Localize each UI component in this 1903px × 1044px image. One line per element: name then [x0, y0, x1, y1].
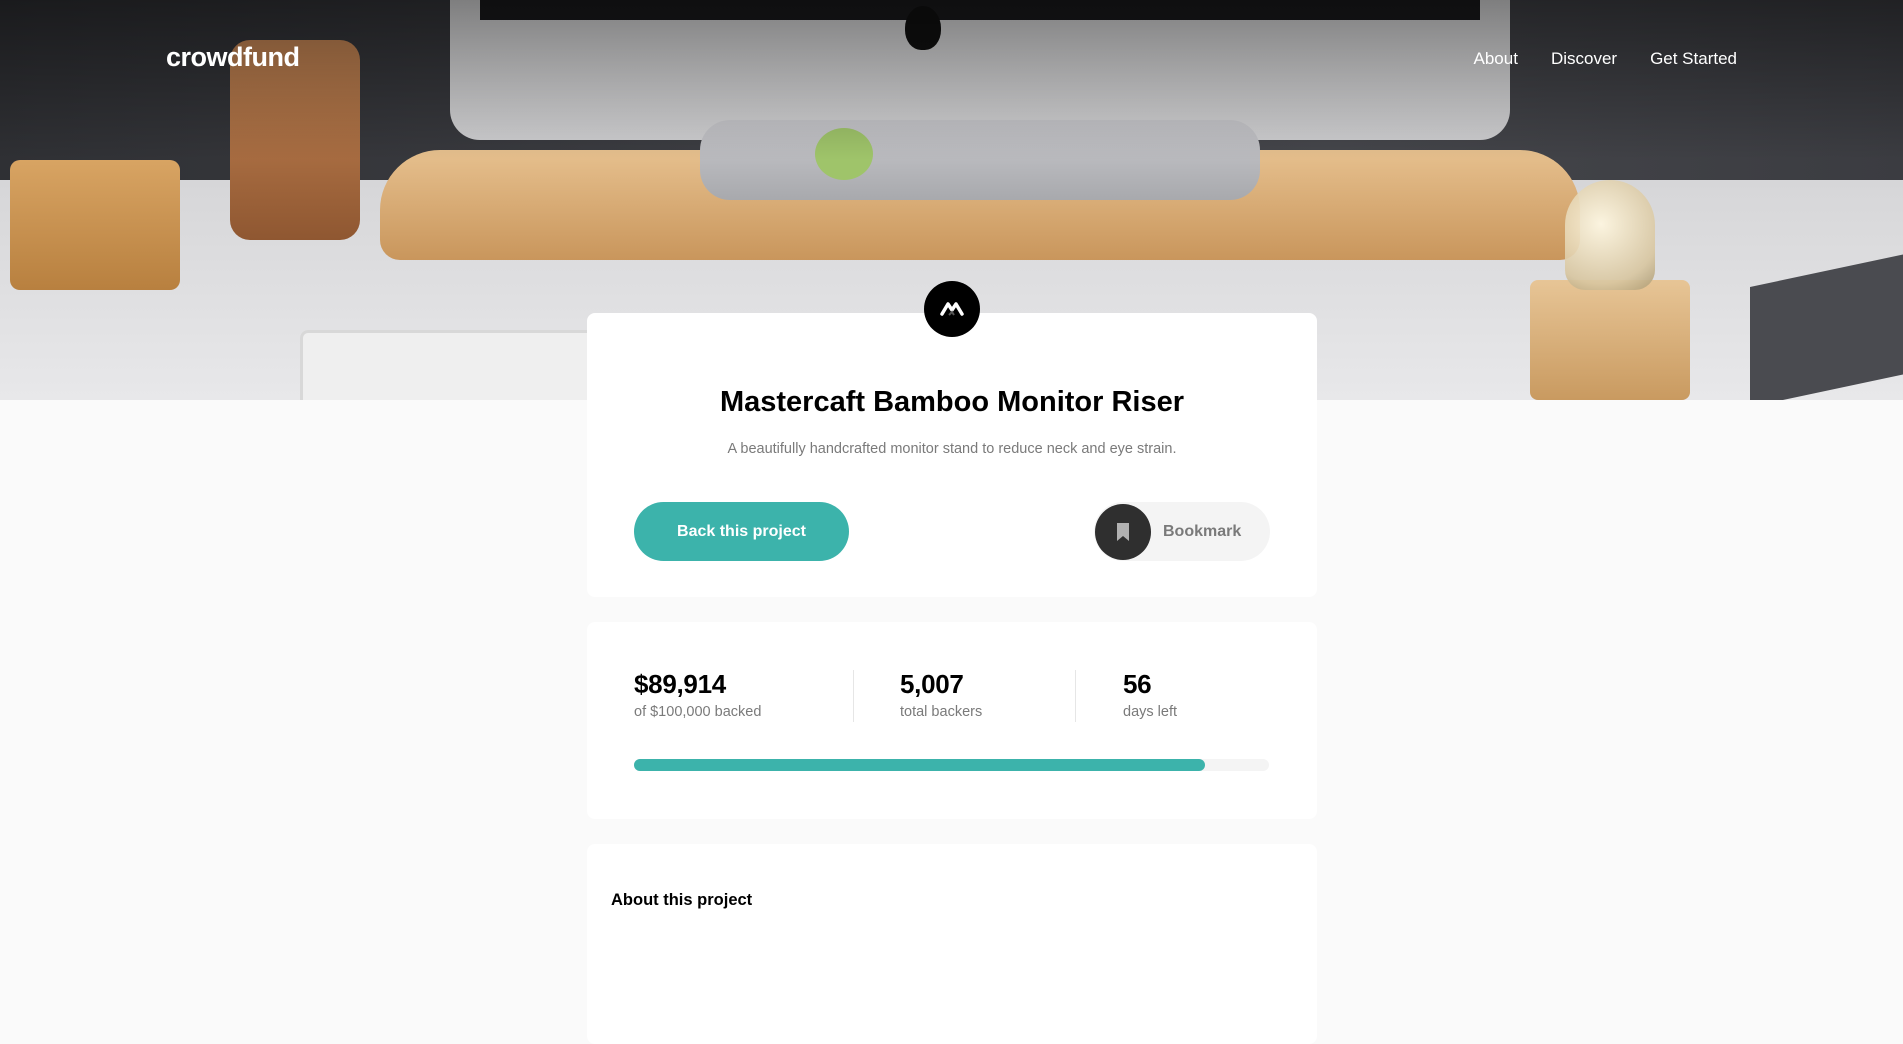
stat-raised-label: of $100,000 backed	[634, 704, 762, 720]
top-nav: crowdfund About Discover Get Started	[0, 0, 1903, 120]
hero-pencil-cup	[10, 160, 180, 290]
stat-backers: 5,007 total backers	[900, 669, 982, 720]
funding-progress-fill	[634, 759, 1205, 771]
stat-raised: $89,914 of $100,000 backed	[634, 669, 761, 720]
stat-backers-label: total backers	[900, 704, 983, 720]
hero-bulb	[1565, 180, 1655, 290]
about-title: About this project	[611, 891, 753, 909]
bookmark-button[interactable]: Bookmark	[1094, 502, 1270, 561]
nav-links: About Discover Get Started	[1474, 49, 1738, 69]
nav-link-get-started[interactable]: Get Started	[1650, 49, 1737, 69]
mastercraft-logo-icon	[924, 281, 980, 337]
stat-days-label: days left	[1123, 704, 1177, 720]
project-title: Mastercaft Bamboo Monitor Riser	[719, 386, 1185, 418]
nav-link-discover[interactable]: Discover	[1551, 49, 1617, 69]
project-description: A beautifully handcrafted monitor stand …	[727, 441, 1177, 457]
brand-logo[interactable]: crowdfund	[166, 42, 300, 73]
stat-days: 56 days left	[1123, 669, 1177, 720]
bookmark-icon	[1095, 503, 1151, 560]
stats-card: $89,914 of $100,000 backed 5,007 total b…	[587, 622, 1317, 819]
stat-days-value: 56	[1123, 669, 1152, 699]
funding-progress-bar	[634, 759, 1269, 771]
about-card: About this project	[587, 844, 1317, 1044]
back-project-button[interactable]: Back this project	[634, 502, 849, 561]
stat-divider	[853, 670, 854, 722]
bookmark-label: Bookmark	[1163, 522, 1242, 540]
nav-link-about[interactable]: About	[1474, 49, 1518, 69]
stat-backers-value: 5,007	[900, 669, 964, 699]
stat-raised-value: $89,914	[634, 669, 726, 699]
mastercraft-logo-glyph	[940, 302, 964, 316]
bookmark-glyph	[1117, 522, 1129, 541]
stat-divider	[1075, 670, 1076, 722]
hero-lamp-base	[1530, 280, 1690, 400]
project-header-card: Mastercaft Bamboo Monitor Riser A beauti…	[587, 313, 1317, 597]
